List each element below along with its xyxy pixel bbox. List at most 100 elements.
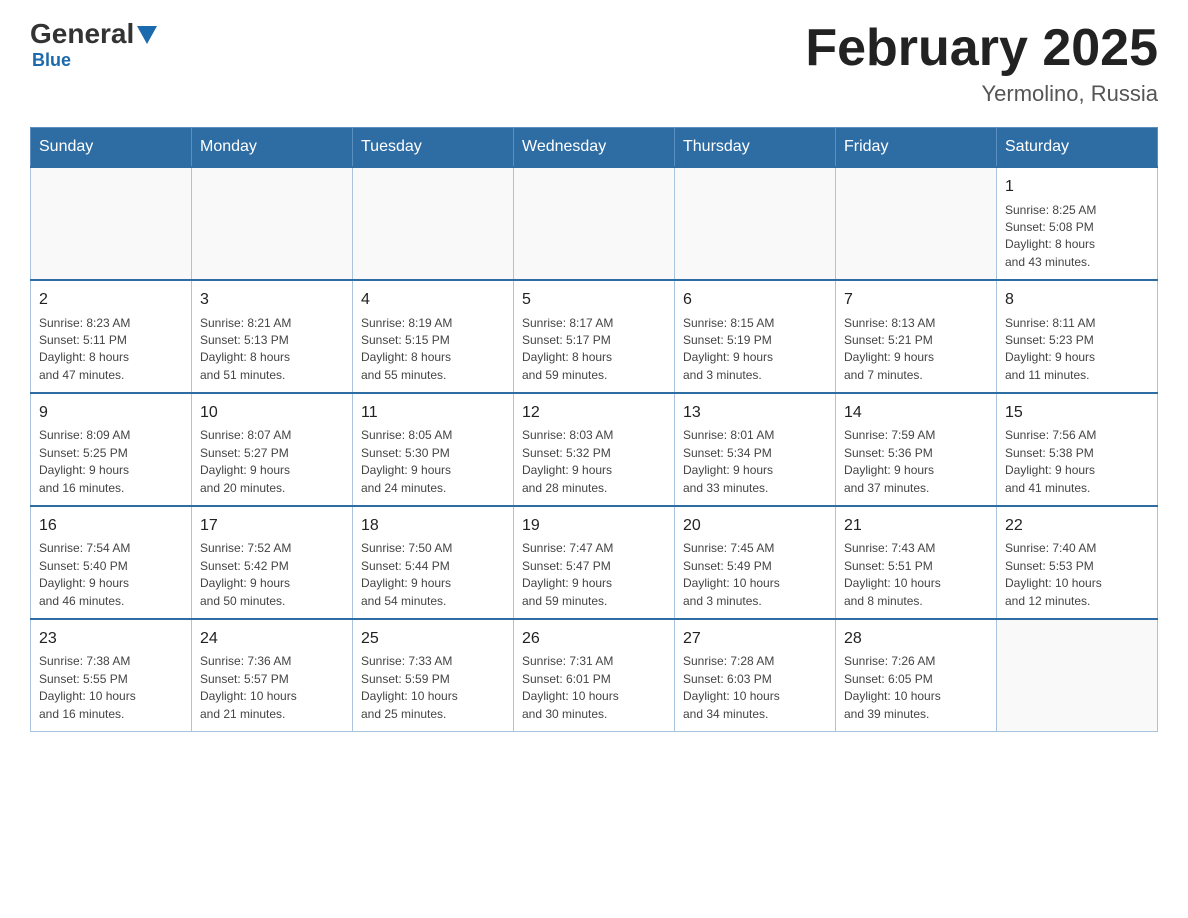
weekday-header-tuesday: Tuesday — [353, 128, 514, 168]
day-info: Sunrise: 7:33 AMSunset: 5:59 PMDaylight:… — [361, 653, 505, 723]
calendar-cell: 17 Sunrise: 7:52 AMSunset: 5:42 PMDayligh… — [192, 506, 353, 619]
day-number: 14 — [844, 402, 988, 424]
day-number: 3 — [200, 289, 344, 311]
week-row-3: 9 Sunrise: 8:09 AMSunset: 5:25 PMDaylight… — [31, 393, 1158, 506]
day-info: Sunrise: 8:05 AMSunset: 5:30 PMDaylight:… — [361, 427, 505, 497]
day-info: Sunrise: 8:15 AMSunset: 5:19 PMDaylight:… — [683, 315, 827, 385]
calendar-cell: 4Sunrise: 8:19 AMSunset: 5:15 PMDaylight… — [353, 280, 514, 393]
day-info: Sunrise: 7:56 AMSunset: 5:38 PMDaylight:… — [1005, 427, 1149, 497]
calendar-cell: 22 Sunrise: 7:40 AMSunset: 5:53 PMDayligh… — [997, 506, 1158, 619]
calendar-cell — [836, 167, 997, 280]
calendar-cell — [353, 167, 514, 280]
title-section: February 2025 Yermolino, Russia — [805, 20, 1158, 107]
day-info: Sunrise: 7:26 AMSunset: 6:05 PMDaylight:… — [844, 653, 988, 723]
day-number: 19 — [522, 515, 666, 537]
calendar-cell: 10 Sunrise: 8:07 AMSunset: 5:27 PMDayligh… — [192, 393, 353, 506]
day-number: 27 — [683, 628, 827, 650]
weekday-header-friday: Friday — [836, 128, 997, 168]
month-title: February 2025 — [805, 20, 1158, 77]
day-number: 8 — [1005, 289, 1149, 311]
calendar-cell: 11 Sunrise: 8:05 AMSunset: 5:30 PMDayligh… — [353, 393, 514, 506]
day-info: Sunrise: 8:01 AMSunset: 5:34 PMDaylight:… — [683, 427, 827, 497]
weekday-header-row: SundayMondayTuesdayWednesdayThursdayFrid… — [31, 128, 1158, 168]
day-number: 25 — [361, 628, 505, 650]
week-row-1: 1 Sunrise: 8:25 AMSunset: 5:08 PMDaylight… — [31, 167, 1158, 280]
day-number: 28 — [844, 628, 988, 650]
day-number: 11 — [361, 402, 505, 424]
day-info: Sunrise: 7:54 AMSunset: 5:40 PMDaylight:… — [39, 540, 183, 610]
day-number: 10 — [200, 402, 344, 424]
calendar-cell: 28 Sunrise: 7:26 AMSunset: 6:05 PMDayligh… — [836, 619, 997, 731]
day-info: Sunrise: 8:23 AMSunset: 5:11 PMDaylight:… — [39, 315, 183, 385]
day-number: 17 — [200, 515, 344, 537]
calendar-cell — [514, 167, 675, 280]
page-header: General Blue February 2025 Yermolino, Ru… — [30, 20, 1158, 107]
calendar-cell: 8Sunrise: 8:11 AMSunset: 5:23 PMDaylight… — [997, 280, 1158, 393]
calendar-cell: 15Sunrise: 7:56 AMSunset: 5:38 PMDayligh… — [997, 393, 1158, 506]
day-number: 20 — [683, 515, 827, 537]
calendar-cell: 3 Sunrise: 8:21 AMSunset: 5:13 PMDaylight… — [192, 280, 353, 393]
weekday-header-wednesday: Wednesday — [514, 128, 675, 168]
day-info: Sunrise: 7:47 AMSunset: 5:47 PMDaylight:… — [522, 540, 666, 610]
day-info: Sunrise: 8:09 AMSunset: 5:25 PMDaylight:… — [39, 427, 183, 497]
day-number: 16 — [39, 515, 183, 537]
weekday-header-sunday: Sunday — [31, 128, 192, 168]
day-info: Sunrise: 8:07 AMSunset: 5:27 PMDaylight:… — [200, 427, 344, 497]
day-number: 12 — [522, 402, 666, 424]
day-number: 13 — [683, 402, 827, 424]
day-number: 18 — [361, 515, 505, 537]
calendar-cell: 12Sunrise: 8:03 AMSunset: 5:32 PMDayligh… — [514, 393, 675, 506]
calendar-cell: 1 Sunrise: 8:25 AMSunset: 5:08 PMDaylight… — [997, 167, 1158, 280]
calendar-cell: 25 Sunrise: 7:33 AMSunset: 5:59 PMDayligh… — [353, 619, 514, 731]
calendar-cell: 6 Sunrise: 8:15 AMSunset: 5:19 PMDaylight… — [675, 280, 836, 393]
calendar-cell: 16 Sunrise: 7:54 AMSunset: 5:40 PMDayligh… — [31, 506, 192, 619]
day-info: Sunrise: 7:40 AMSunset: 5:53 PMDaylight:… — [1005, 540, 1149, 610]
week-row-2: 2 Sunrise: 8:23 AMSunset: 5:11 PMDaylight… — [31, 280, 1158, 393]
logo: General Blue — [30, 20, 157, 71]
day-info: Sunrise: 7:59 AMSunset: 5:36 PMDaylight:… — [844, 427, 988, 497]
week-row-4: 16 Sunrise: 7:54 AMSunset: 5:40 PMDayligh… — [31, 506, 1158, 619]
day-info: Sunrise: 7:31 AMSunset: 6:01 PMDaylight:… — [522, 653, 666, 723]
day-number: 5 — [522, 289, 666, 311]
day-info: Sunrise: 8:25 AMSunset: 5:08 PMDaylight:… — [1005, 202, 1149, 272]
calendar-table: SundayMondayTuesdayWednesdayThursdayFrid… — [30, 127, 1158, 732]
day-info: Sunrise: 8:19 AMSunset: 5:15 PMDaylight:… — [361, 315, 505, 385]
day-number: 22 — [1005, 515, 1149, 537]
day-number: 21 — [844, 515, 988, 537]
calendar-cell — [675, 167, 836, 280]
day-number: 1 — [1005, 176, 1149, 198]
day-number: 26 — [522, 628, 666, 650]
day-info: Sunrise: 7:36 AMSunset: 5:57 PMDaylight:… — [200, 653, 344, 723]
logo-triangle-icon — [137, 26, 157, 44]
day-info: Sunrise: 7:50 AMSunset: 5:44 PMDaylight:… — [361, 540, 505, 610]
day-info: Sunrise: 8:21 AMSunset: 5:13 PMDaylight:… — [200, 315, 344, 385]
calendar-cell: 14 Sunrise: 7:59 AMSunset: 5:36 PMDayligh… — [836, 393, 997, 506]
logo-sub-text: Blue — [30, 50, 71, 71]
calendar-cell: 19 Sunrise: 7:47 AMSunset: 5:47 PMDayligh… — [514, 506, 675, 619]
day-number: 23 — [39, 628, 183, 650]
day-info: Sunrise: 7:45 AMSunset: 5:49 PMDaylight:… — [683, 540, 827, 610]
weekday-header-saturday: Saturday — [997, 128, 1158, 168]
location-text: Yermolino, Russia — [805, 81, 1158, 107]
day-number: 2 — [39, 289, 183, 311]
calendar-cell: 7Sunrise: 8:13 AMSunset: 5:21 PMDaylight… — [836, 280, 997, 393]
calendar-cell: 5Sunrise: 8:17 AMSunset: 5:17 PMDaylight… — [514, 280, 675, 393]
calendar-cell: 9 Sunrise: 8:09 AMSunset: 5:25 PMDaylight… — [31, 393, 192, 506]
calendar-cell: 23Sunrise: 7:38 AMSunset: 5:55 PMDayligh… — [31, 619, 192, 731]
calendar-cell: 26 Sunrise: 7:31 AMSunset: 6:01 PMDayligh… — [514, 619, 675, 731]
day-info: Sunrise: 7:52 AMSunset: 5:42 PMDaylight:… — [200, 540, 344, 610]
day-number: 9 — [39, 402, 183, 424]
calendar-cell: 18 Sunrise: 7:50 AMSunset: 5:44 PMDayligh… — [353, 506, 514, 619]
calendar-cell: 21 Sunrise: 7:43 AMSunset: 5:51 PMDayligh… — [836, 506, 997, 619]
day-info: Sunrise: 7:43 AMSunset: 5:51 PMDaylight:… — [844, 540, 988, 610]
day-info: Sunrise: 7:28 AMSunset: 6:03 PMDaylight:… — [683, 653, 827, 723]
calendar-cell: 27 Sunrise: 7:28 AMSunset: 6:03 PMDayligh… — [675, 619, 836, 731]
calendar-cell: 24Sunrise: 7:36 AMSunset: 5:57 PMDayligh… — [192, 619, 353, 731]
logo-main-text: General — [30, 20, 134, 48]
day-number: 6 — [683, 289, 827, 311]
calendar-cell: 20 Sunrise: 7:45 AMSunset: 5:49 PMDayligh… — [675, 506, 836, 619]
calendar-cell — [997, 619, 1158, 731]
day-info: Sunrise: 8:13 AMSunset: 5:21 PMDaylight:… — [844, 315, 988, 385]
calendar-cell — [31, 167, 192, 280]
calendar-cell — [192, 167, 353, 280]
